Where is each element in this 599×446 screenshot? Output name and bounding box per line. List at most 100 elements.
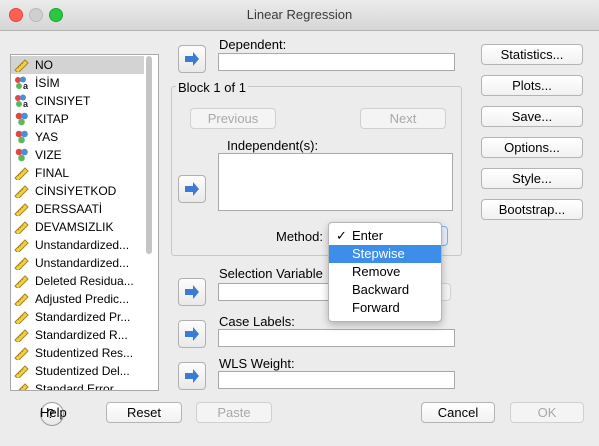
case-labels-label: Case Labels: (219, 314, 295, 329)
right-arrow-icon (185, 52, 199, 66)
move-to-independents-button[interactable] (178, 175, 206, 203)
scale-ruler-icon (14, 382, 29, 390)
reset-button[interactable]: Reset (106, 402, 182, 423)
paste-button[interactable]: Paste (196, 402, 272, 423)
variable-name: Studentized Res... (35, 346, 134, 360)
method-option-remove[interactable]: Remove (329, 263, 441, 281)
method-option-backward[interactable]: Backward (329, 281, 441, 299)
next-block-button[interactable]: Next (360, 108, 446, 129)
right-arrow-icon (185, 369, 199, 383)
previous-block-button[interactable]: Previous (190, 108, 276, 129)
plots-button[interactable]: Plots... (481, 75, 583, 96)
right-arrow-icon (185, 327, 199, 341)
variable-item[interactable]: Studentized Del... (11, 362, 144, 380)
case-labels-field[interactable] (218, 329, 455, 347)
svg-text:a: a (23, 81, 29, 90)
variable-item[interactable]: Standard Error... (11, 380, 144, 391)
selection-variable-field[interactable] (218, 283, 332, 301)
variable-name: Standardized Pr... (35, 310, 131, 324)
nominal-icon (14, 148, 29, 162)
dependent-field[interactable] (218, 53, 455, 71)
variable-name: Studentized Del... (35, 364, 130, 378)
variable-item[interactable]: CİNSİYETKOD (11, 182, 144, 200)
method-option-forward[interactable]: Forward (329, 299, 441, 317)
variable-item[interactable]: Standardized Pr... (11, 308, 144, 326)
variable-item[interactable]: Unstandardized... (11, 254, 144, 272)
scale-ruler-icon (14, 292, 29, 308)
variable-name: Deleted Residua... (35, 274, 134, 288)
scale-ruler-icon (14, 364, 29, 380)
variable-item[interactable]: Adjusted Predic... (11, 290, 144, 308)
save-button[interactable]: Save... (481, 106, 583, 127)
scale-ruler-icon (14, 238, 29, 254)
variable-item[interactable]: Deleted Residua... (11, 272, 144, 290)
variable-name: DEVAMSIZLIK (35, 220, 114, 234)
nominal-text-icon: a (14, 76, 29, 91)
options-button[interactable]: Options... (481, 137, 583, 158)
independents-label: Independent(s): (227, 138, 319, 153)
scale-ruler-icon (14, 166, 29, 182)
method-option-stepwise[interactable]: Stepwise (329, 245, 441, 263)
right-arrow-icon (185, 285, 199, 299)
nominal-icon (14, 112, 29, 126)
variable-name: Standard Error... (35, 382, 124, 391)
variable-name: FINAL (35, 166, 70, 180)
move-to-case-labels-button[interactable] (178, 320, 206, 348)
style-button[interactable]: Style... (481, 168, 583, 189)
variable-item[interactable]: NO (11, 56, 144, 74)
svg-text:a: a (23, 99, 29, 108)
method-label: Method: (276, 229, 323, 244)
variable-item[interactable]: DERSSAATİ (11, 200, 144, 218)
right-arrow-icon (185, 182, 199, 196)
scale-ruler-icon (14, 328, 29, 344)
scale-ruler-icon (14, 256, 29, 272)
variable-name: VIZE (35, 148, 62, 162)
variable-name: NO (35, 58, 53, 72)
bootstrap-button[interactable]: Bootstrap... (481, 199, 583, 220)
scale-ruler-icon (14, 346, 29, 362)
variable-list-scrollbar[interactable] (146, 56, 152, 254)
variable-list[interactable]: NO a İSİM a CINSIYET KITAP YAS VIZE FINAL CİNSİYE… (10, 54, 159, 391)
wls-weight-field[interactable] (218, 371, 455, 389)
nominal-icon (14, 130, 29, 144)
scale-ruler-icon (14, 274, 29, 290)
checkmark-icon: ✓ (336, 228, 347, 243)
ok-button[interactable]: OK (510, 402, 584, 423)
variable-name: Unstandardized... (35, 238, 130, 252)
scale-ruler-icon (14, 220, 29, 236)
variable-item[interactable]: VIZE (11, 146, 144, 164)
variable-name: CINSIYET (35, 94, 91, 108)
variable-item[interactable]: YAS (11, 128, 144, 146)
variable-name: KITAP (35, 112, 69, 126)
variable-name: İSİM (35, 76, 60, 90)
window-title: Linear Regression (246, 7, 353, 22)
nominal-text-icon: a (14, 94, 29, 109)
variable-item[interactable]: DEVAMSIZLIK (11, 218, 144, 236)
scale-ruler-icon (14, 184, 29, 200)
wls-weight-label: WLS Weight: (219, 356, 295, 371)
variable-name: CİNSİYETKOD (35, 184, 117, 198)
variable-name: YAS (35, 130, 59, 144)
variable-item[interactable]: Standardized R... (11, 326, 144, 344)
independents-list[interactable] (218, 153, 453, 211)
statistics-button[interactable]: Statistics... (481, 44, 583, 65)
cancel-button[interactable]: Cancel (421, 402, 495, 423)
variable-name: DERSSAATİ (35, 202, 103, 216)
move-to-dependent-button[interactable] (178, 45, 206, 73)
move-to-selection-variable-button[interactable] (178, 278, 206, 306)
variable-item[interactable]: a CINSIYET (11, 92, 144, 110)
variable-name: Unstandardized... (35, 256, 130, 270)
variable-item[interactable]: Unstandardized... (11, 236, 144, 254)
variable-item[interactable]: FINAL (11, 164, 144, 182)
scale-ruler-icon (14, 310, 29, 326)
move-to-wls-weight-button[interactable] (178, 362, 206, 390)
method-option-enter[interactable]: ✓ Enter (329, 227, 441, 245)
scale-ruler-icon (14, 202, 29, 218)
variable-item[interactable]: KITAP (11, 110, 144, 128)
variable-item[interactable]: Studentized Res... (11, 344, 144, 362)
variable-item[interactable]: a İSİM (11, 74, 144, 92)
block-label: Block 1 of 1 (176, 80, 248, 95)
variable-name: Adjusted Predic... (35, 292, 130, 306)
method-dropdown-menu[interactable]: ✓ Enter Stepwise Remove Backward Forward (328, 222, 442, 322)
selection-variable-label: Selection Variable (219, 266, 323, 281)
